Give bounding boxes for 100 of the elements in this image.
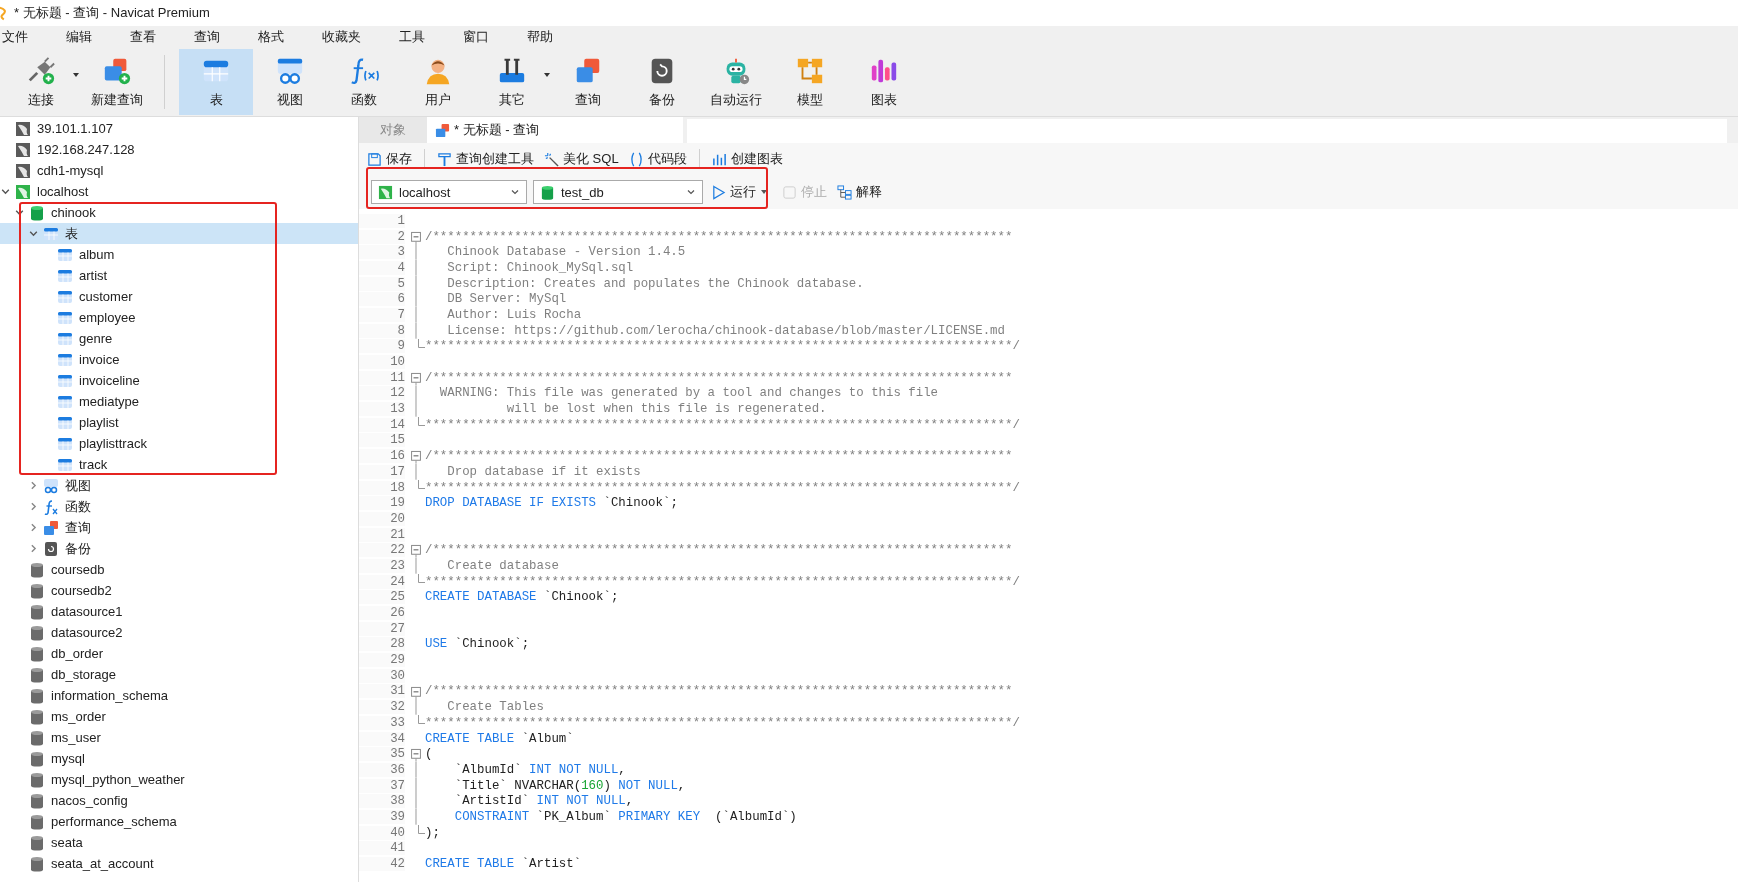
tree-item[interactable]: employee <box>0 307 358 328</box>
code-line: DB Server: MySql <box>446 292 567 307</box>
toolbar-button[interactable]: 备份 <box>625 49 699 115</box>
line-number: 28 <box>359 637 405 652</box>
tree-item[interactable]: datasource2 <box>0 622 358 643</box>
tree-item[interactable]: invoice <box>0 349 358 370</box>
toolbar-button[interactable]: 连接 <box>4 49 78 115</box>
line-number: 21 <box>359 527 405 542</box>
menu-item[interactable]: 格式 <box>244 28 298 46</box>
line-number: 3 <box>359 245 405 260</box>
line-number: 29 <box>359 653 405 668</box>
toolbar-button[interactable]: 视图 <box>253 49 327 115</box>
tree-item[interactable]: 函数 <box>0 496 358 517</box>
view-icon <box>43 477 59 494</box>
tree-item[interactable]: genre <box>0 328 358 349</box>
fold-toggle-icon[interactable] <box>410 542 422 559</box>
table-icon <box>57 309 73 326</box>
tree-item[interactable]: chinook <box>0 202 358 223</box>
toolbar-button[interactable]: 新建查询 <box>80 49 154 115</box>
fold-line <box>415 464 417 480</box>
line-number: 32 <box>359 700 405 715</box>
line-number: 9 <box>359 339 405 354</box>
code-line: CONSTRAINT `PK_Album` PRIMARY KEY (`AlbumId`) <box>453 809 797 824</box>
menu-item[interactable]: 帮助 <box>513 28 567 46</box>
toolbar-button[interactable]: 其它 <box>475 49 549 115</box>
run-button[interactable]: 运行 <box>709 179 758 205</box>
menu-item[interactable]: 工具 <box>385 28 439 46</box>
tree-item[interactable]: nacos_config <box>0 790 358 811</box>
tree-item[interactable]: playlisttrack <box>0 433 358 454</box>
tree-item[interactable]: mysql <box>0 748 358 769</box>
toolbar-button[interactable]: 函数 <box>327 49 401 115</box>
tree-item[interactable]: 备份 <box>0 538 358 559</box>
tree-item[interactable]: coursedb <box>0 559 358 580</box>
tree-item[interactable]: track <box>0 454 358 475</box>
toolbar-button[interactable]: 自动运行 <box>699 49 773 115</box>
tree-item[interactable]: ms_user <box>0 727 358 748</box>
dropdown-caret-icon[interactable] <box>760 188 768 196</box>
menu-item[interactable]: 查看 <box>116 28 170 46</box>
toolbar-button[interactable]: 表 <box>179 49 253 115</box>
table-icon <box>57 393 73 410</box>
menu-item[interactable]: 收藏夹 <box>308 28 375 46</box>
code-line: Author: Luis Rocha <box>446 307 582 322</box>
editor-toolbar-button[interactable]: 创建图表 <box>709 146 785 172</box>
play-icon <box>711 184 726 200</box>
connection-select[interactable]: localhost <box>371 180 527 204</box>
menu-item[interactable]: 文件 <box>0 28 42 46</box>
tree-item[interactable]: 视图 <box>0 475 358 496</box>
editor-toolbar-button[interactable]: 代码段 <box>626 146 689 172</box>
tree-item[interactable]: db_order <box>0 643 358 664</box>
fold-end-line <box>418 573 425 583</box>
database-select[interactable]: test_db <box>533 180 703 204</box>
tree-item[interactable]: seata_at_account <box>0 853 358 874</box>
line-number: 20 <box>359 511 405 526</box>
code-line: WARNING: This file was generated by a tool and changes to this file <box>438 386 939 401</box>
tree-item[interactable]: cdh1-mysql <box>0 160 358 181</box>
tree-item[interactable]: coursedb2 <box>0 580 358 601</box>
tab[interactable]: * 无标题 - 查询 <box>427 117 683 143</box>
toolbar-button[interactable]: 模型 <box>773 49 847 115</box>
tree-item[interactable]: mediatype <box>0 391 358 412</box>
explain-button[interactable]: 解释 <box>835 179 884 205</box>
editor-toolbar-button[interactable]: 保存 <box>365 146 414 172</box>
code-line: DROP DATABASE IF EXISTS `Chinook`; <box>425 496 678 511</box>
tree-item[interactable]: customer <box>0 286 358 307</box>
code-line: CREATE TABLE `Album` <box>425 731 574 746</box>
table-icon <box>57 456 73 473</box>
tree-item[interactable]: mysql_python_weather <box>0 769 358 790</box>
toolbar-button[interactable]: 图表 <box>847 49 921 115</box>
toolbar-button[interactable]: 查询 <box>551 49 625 115</box>
tree-item[interactable]: 192.168.247.128 <box>0 139 358 160</box>
fold-end-line <box>418 338 425 348</box>
flowchart-icon <box>837 184 852 200</box>
tree-item[interactable]: 表 <box>0 223 358 244</box>
tree-item[interactable]: information_schema <box>0 685 358 706</box>
tree-item[interactable]: ms_order <box>0 706 358 727</box>
editor-toolbar-button[interactable]: 查询创建工具 <box>435 146 536 172</box>
menu-item[interactable]: 窗口 <box>449 28 503 46</box>
tree-item[interactable]: album <box>0 244 358 265</box>
toolbar-button[interactable]: 用户 <box>401 49 475 115</box>
code-line: Create Tables <box>446 700 544 715</box>
tree-item[interactable]: datasource1 <box>0 601 358 622</box>
tree-item[interactable]: 39.101.1.107 <box>0 118 358 139</box>
editor-toolbar-button[interactable]: 美化 SQL <box>542 146 621 172</box>
tree-item[interactable]: db_storage <box>0 664 358 685</box>
dropdown-caret-icon[interactable] <box>543 71 551 79</box>
fold-toggle-icon[interactable] <box>410 746 422 763</box>
tree-item[interactable]: localhost <box>0 181 358 202</box>
menu-item[interactable]: 查询 <box>180 28 234 46</box>
tree-item[interactable]: artist <box>0 265 358 286</box>
fold-end-line <box>418 479 425 489</box>
line-number: 18 <box>359 480 405 495</box>
tree-item[interactable]: 查询 <box>0 517 358 538</box>
fold-toggle-icon[interactable] <box>410 448 422 464</box>
code-line: `ArtistId` INT NOT NULL, <box>453 794 634 809</box>
line-number: 31 <box>359 684 405 699</box>
tree-item[interactable]: invoiceline <box>0 370 358 391</box>
tree-item[interactable]: seata <box>0 832 358 853</box>
tree-item[interactable]: playlist <box>0 412 358 433</box>
dropdown-caret-icon[interactable] <box>72 71 80 79</box>
menu-item[interactable]: 编辑 <box>52 28 106 46</box>
tree-item[interactable]: performance_schema <box>0 811 358 832</box>
